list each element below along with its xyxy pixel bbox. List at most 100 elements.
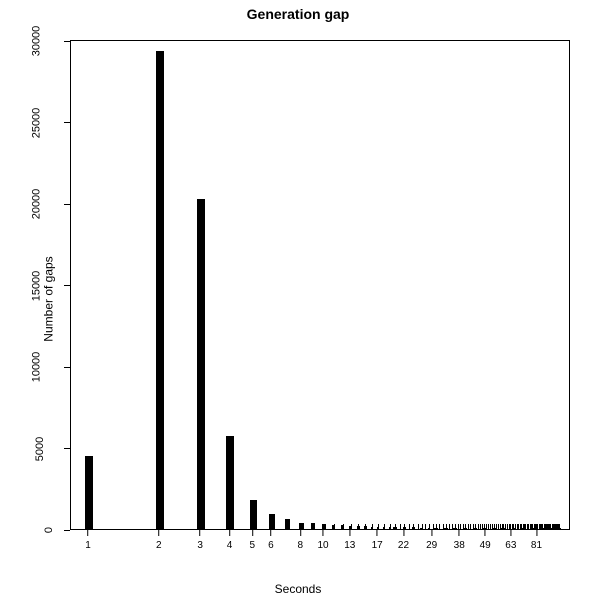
x-tick: 29 [426,530,437,551]
x-tick-mark [229,530,230,536]
bar [558,528,561,529]
y-tick-label: 10000 [31,352,43,383]
x-tick: 17 [372,530,383,551]
x-tick-mark [158,530,159,536]
x-tick: 5 [249,530,255,551]
x-tick-label: 10 [317,540,328,551]
y-tick: 10000 [21,361,70,373]
bar [226,436,234,529]
x-tick-mark [200,530,201,536]
bar [349,526,352,529]
x-tick-label: 4 [227,540,233,551]
x-tick-label: 49 [480,540,491,551]
bar [311,523,315,529]
bar [377,527,379,529]
x-tick: 81 [531,530,542,551]
y-tick-label: 20000 [31,189,43,220]
x-tick-label: 38 [454,540,465,551]
x-tick-label: 2 [156,540,162,551]
x-axis: 1 2 3 4 5 6 8 10 13 17 22 29 38 49 63 81 [70,530,570,570]
x-tick-label: 5 [249,540,255,551]
bar [428,528,431,529]
y-tick: 30000 [21,35,70,47]
bar [434,528,438,529]
bar [550,528,553,529]
bar [464,528,468,529]
bar [371,527,373,529]
x-tick: 8 [297,530,303,551]
x-tick-label: 81 [531,540,542,551]
bar [453,528,457,529]
bar [541,528,544,529]
y-tick: 15000 [21,280,70,292]
bar [492,528,495,529]
bar [530,528,534,529]
x-tick-mark [431,530,432,536]
bar [501,528,505,529]
x-tick-mark [485,530,486,536]
x-tick-mark [377,530,378,536]
bar [383,527,385,529]
x-tick-label: 63 [505,540,516,551]
chart-container: Generation gap Number of gaps Seconds 05… [0,0,596,598]
x-tick: 49 [480,530,491,551]
x-tick-mark [270,530,271,536]
x-tick: 63 [505,530,516,551]
x-tick: 38 [454,530,465,551]
y-axis: 050001000015000200002500030000 [30,40,70,530]
plot-area [70,40,570,530]
bar [250,500,257,529]
x-tick-label: 13 [344,540,355,551]
x-tick: 10 [317,530,328,551]
bar [341,525,344,529]
bar [393,527,397,529]
bar [285,519,290,529]
bars-layer [71,41,569,529]
bar [389,527,391,529]
x-tick-label: 6 [268,540,274,551]
y-tick: 20000 [21,198,70,210]
x-tick-mark [252,530,253,536]
bar [332,525,335,529]
x-tick: 4 [227,530,233,551]
bar [420,528,423,529]
bar [269,514,275,529]
x-tick-label: 8 [297,540,303,551]
bar [403,527,406,529]
x-tick-label: 17 [372,540,383,551]
bar [322,524,326,529]
chart-title: Generation gap [0,6,596,22]
x-tick: 1 [85,530,91,551]
y-tick-label: 5000 [34,436,46,460]
x-tick-mark [349,530,350,536]
x-tick: 3 [197,530,203,551]
y-tick-label: 30000 [31,26,43,57]
y-tick: 25000 [21,117,70,129]
y-tick: 5000 [28,443,70,455]
x-tick-mark [510,530,511,536]
bar [85,456,93,529]
y-tick-label: 15000 [31,270,43,301]
bar [364,526,367,529]
x-tick-label: 3 [197,540,203,551]
bar [357,526,360,529]
bar [512,528,515,529]
x-tick: 22 [398,530,409,551]
bar [444,528,447,529]
x-tick-mark [300,530,301,536]
bar [299,523,304,530]
y-tick-label: 0 [43,527,55,533]
bar [156,51,164,529]
x-tick-mark [88,530,89,536]
x-tick: 13 [344,530,355,551]
x-tick-label: 1 [85,540,91,551]
x-tick-mark [403,530,404,536]
x-tick-mark [459,530,460,536]
x-tick: 2 [156,530,162,551]
bar [197,199,205,529]
bar [521,528,525,529]
x-tick-mark [536,530,537,536]
x-tick-label: 22 [398,540,409,551]
bar [482,528,486,529]
bar [412,527,415,529]
